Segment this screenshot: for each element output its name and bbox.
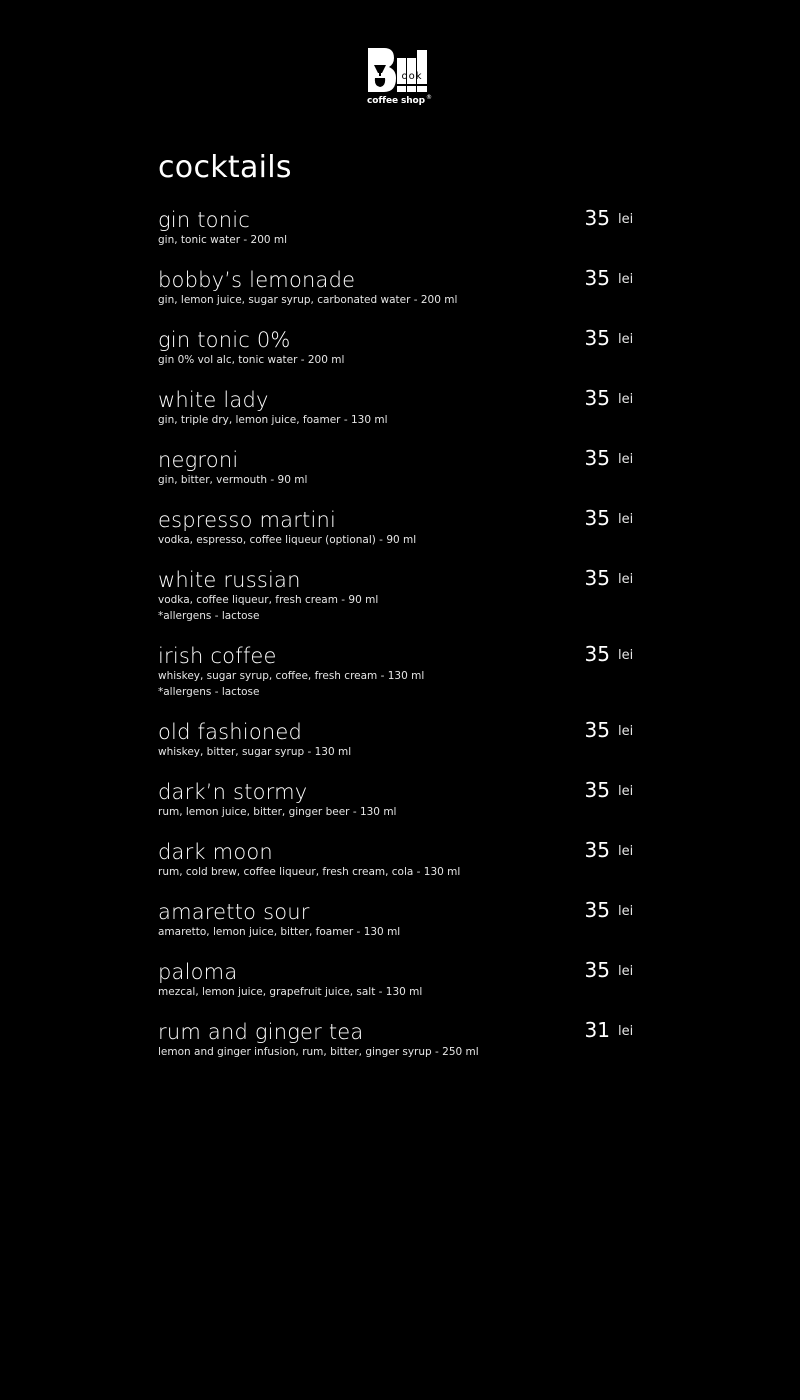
item-name: bobby’s lemonade <box>158 268 356 292</box>
item-name: amaretto sour <box>158 900 310 924</box>
item-description: whiskey, sugar syrup, coffee, fresh crea… <box>158 670 425 682</box>
item-price: 35 <box>584 718 610 742</box>
item-name: gin tonic <box>158 208 250 232</box>
item-name: negroni <box>158 448 239 472</box>
item-price: 35 <box>584 326 610 350</box>
item-price: 35 <box>584 446 610 470</box>
item-price: 35 <box>584 206 610 230</box>
item-name: rum and ginger tea <box>158 1020 364 1044</box>
item-name: old fashioned <box>158 720 303 744</box>
item-description: mezcal, lemon juice, grapefruit juice, s… <box>158 986 423 998</box>
item-currency: lei <box>618 1024 634 1039</box>
item-name: gin tonic 0% <box>158 328 291 352</box>
item-price: 35 <box>584 838 610 862</box>
item-description: amaretto, lemon juice, bitter, foamer - … <box>158 926 401 938</box>
item-currency: lei <box>618 572 634 587</box>
item-name: white russian <box>158 568 301 592</box>
item-currency: lei <box>618 452 634 467</box>
item-currency: lei <box>618 392 634 407</box>
item-currency: lei <box>618 904 634 919</box>
item-description: gin 0% vol alc, tonic water - 200 ml <box>158 354 345 366</box>
item-description: gin, lemon juice, sugar syrup, carbonate… <box>158 294 458 306</box>
item-description: whiskey, bitter, sugar syrup - 130 ml <box>158 746 352 758</box>
item-description: vodka, coffee liqueur, fresh cream - 90 … <box>158 594 379 606</box>
item-currency: lei <box>618 272 634 287</box>
item-description: lemon and ginger infusion, rum, bitter, … <box>158 1046 479 1058</box>
item-name: paloma <box>158 960 238 984</box>
item-price: 35 <box>584 642 610 666</box>
item-currency: lei <box>618 784 634 799</box>
item-price: 31 <box>584 1018 610 1042</box>
item-currency: lei <box>618 964 634 979</box>
item-currency: lei <box>618 648 634 663</box>
brand-logo: ook coffee shop® <box>366 46 436 110</box>
item-description: gin, bitter, vermouth - 90 ml <box>158 474 308 486</box>
item-allergen-note: *allergens - lactose <box>158 610 260 622</box>
item-currency: lei <box>618 512 634 527</box>
item-description: rum, lemon juice, bitter, ginger beer - … <box>158 806 397 818</box>
item-description: vodka, espresso, coffee liqueur (optiona… <box>158 534 417 546</box>
item-description: gin, triple dry, lemon juice, foamer - 1… <box>158 414 388 426</box>
item-price: 35 <box>584 778 610 802</box>
item-price: 35 <box>584 958 610 982</box>
item-name: espresso martini <box>158 508 337 532</box>
item-allergen-note: *allergens - lactose <box>158 686 260 698</box>
item-currency: lei <box>618 724 634 739</box>
brand-name: coffee shop® <box>367 94 432 106</box>
item-name: dark’n stormy <box>158 780 308 804</box>
item-price: 35 <box>584 898 610 922</box>
item-price: 35 <box>584 506 610 530</box>
item-currency: lei <box>618 844 634 859</box>
item-price: 35 <box>584 266 610 290</box>
item-currency: lei <box>618 212 634 227</box>
item-price: 35 <box>584 566 610 590</box>
item-currency: lei <box>618 332 634 347</box>
item-name: irish coffee <box>158 644 277 668</box>
section-title: cocktails <box>158 150 292 185</box>
book-logo-icon: ook <box>368 48 427 92</box>
item-name: white lady <box>158 388 269 412</box>
logo-word: ook <box>401 71 422 82</box>
item-name: dark moon <box>158 840 273 864</box>
item-price: 35 <box>584 386 610 410</box>
item-description: rum, cold brew, coffee liqueur, fresh cr… <box>158 866 461 878</box>
item-description: gin, tonic water - 200 ml <box>158 234 288 246</box>
